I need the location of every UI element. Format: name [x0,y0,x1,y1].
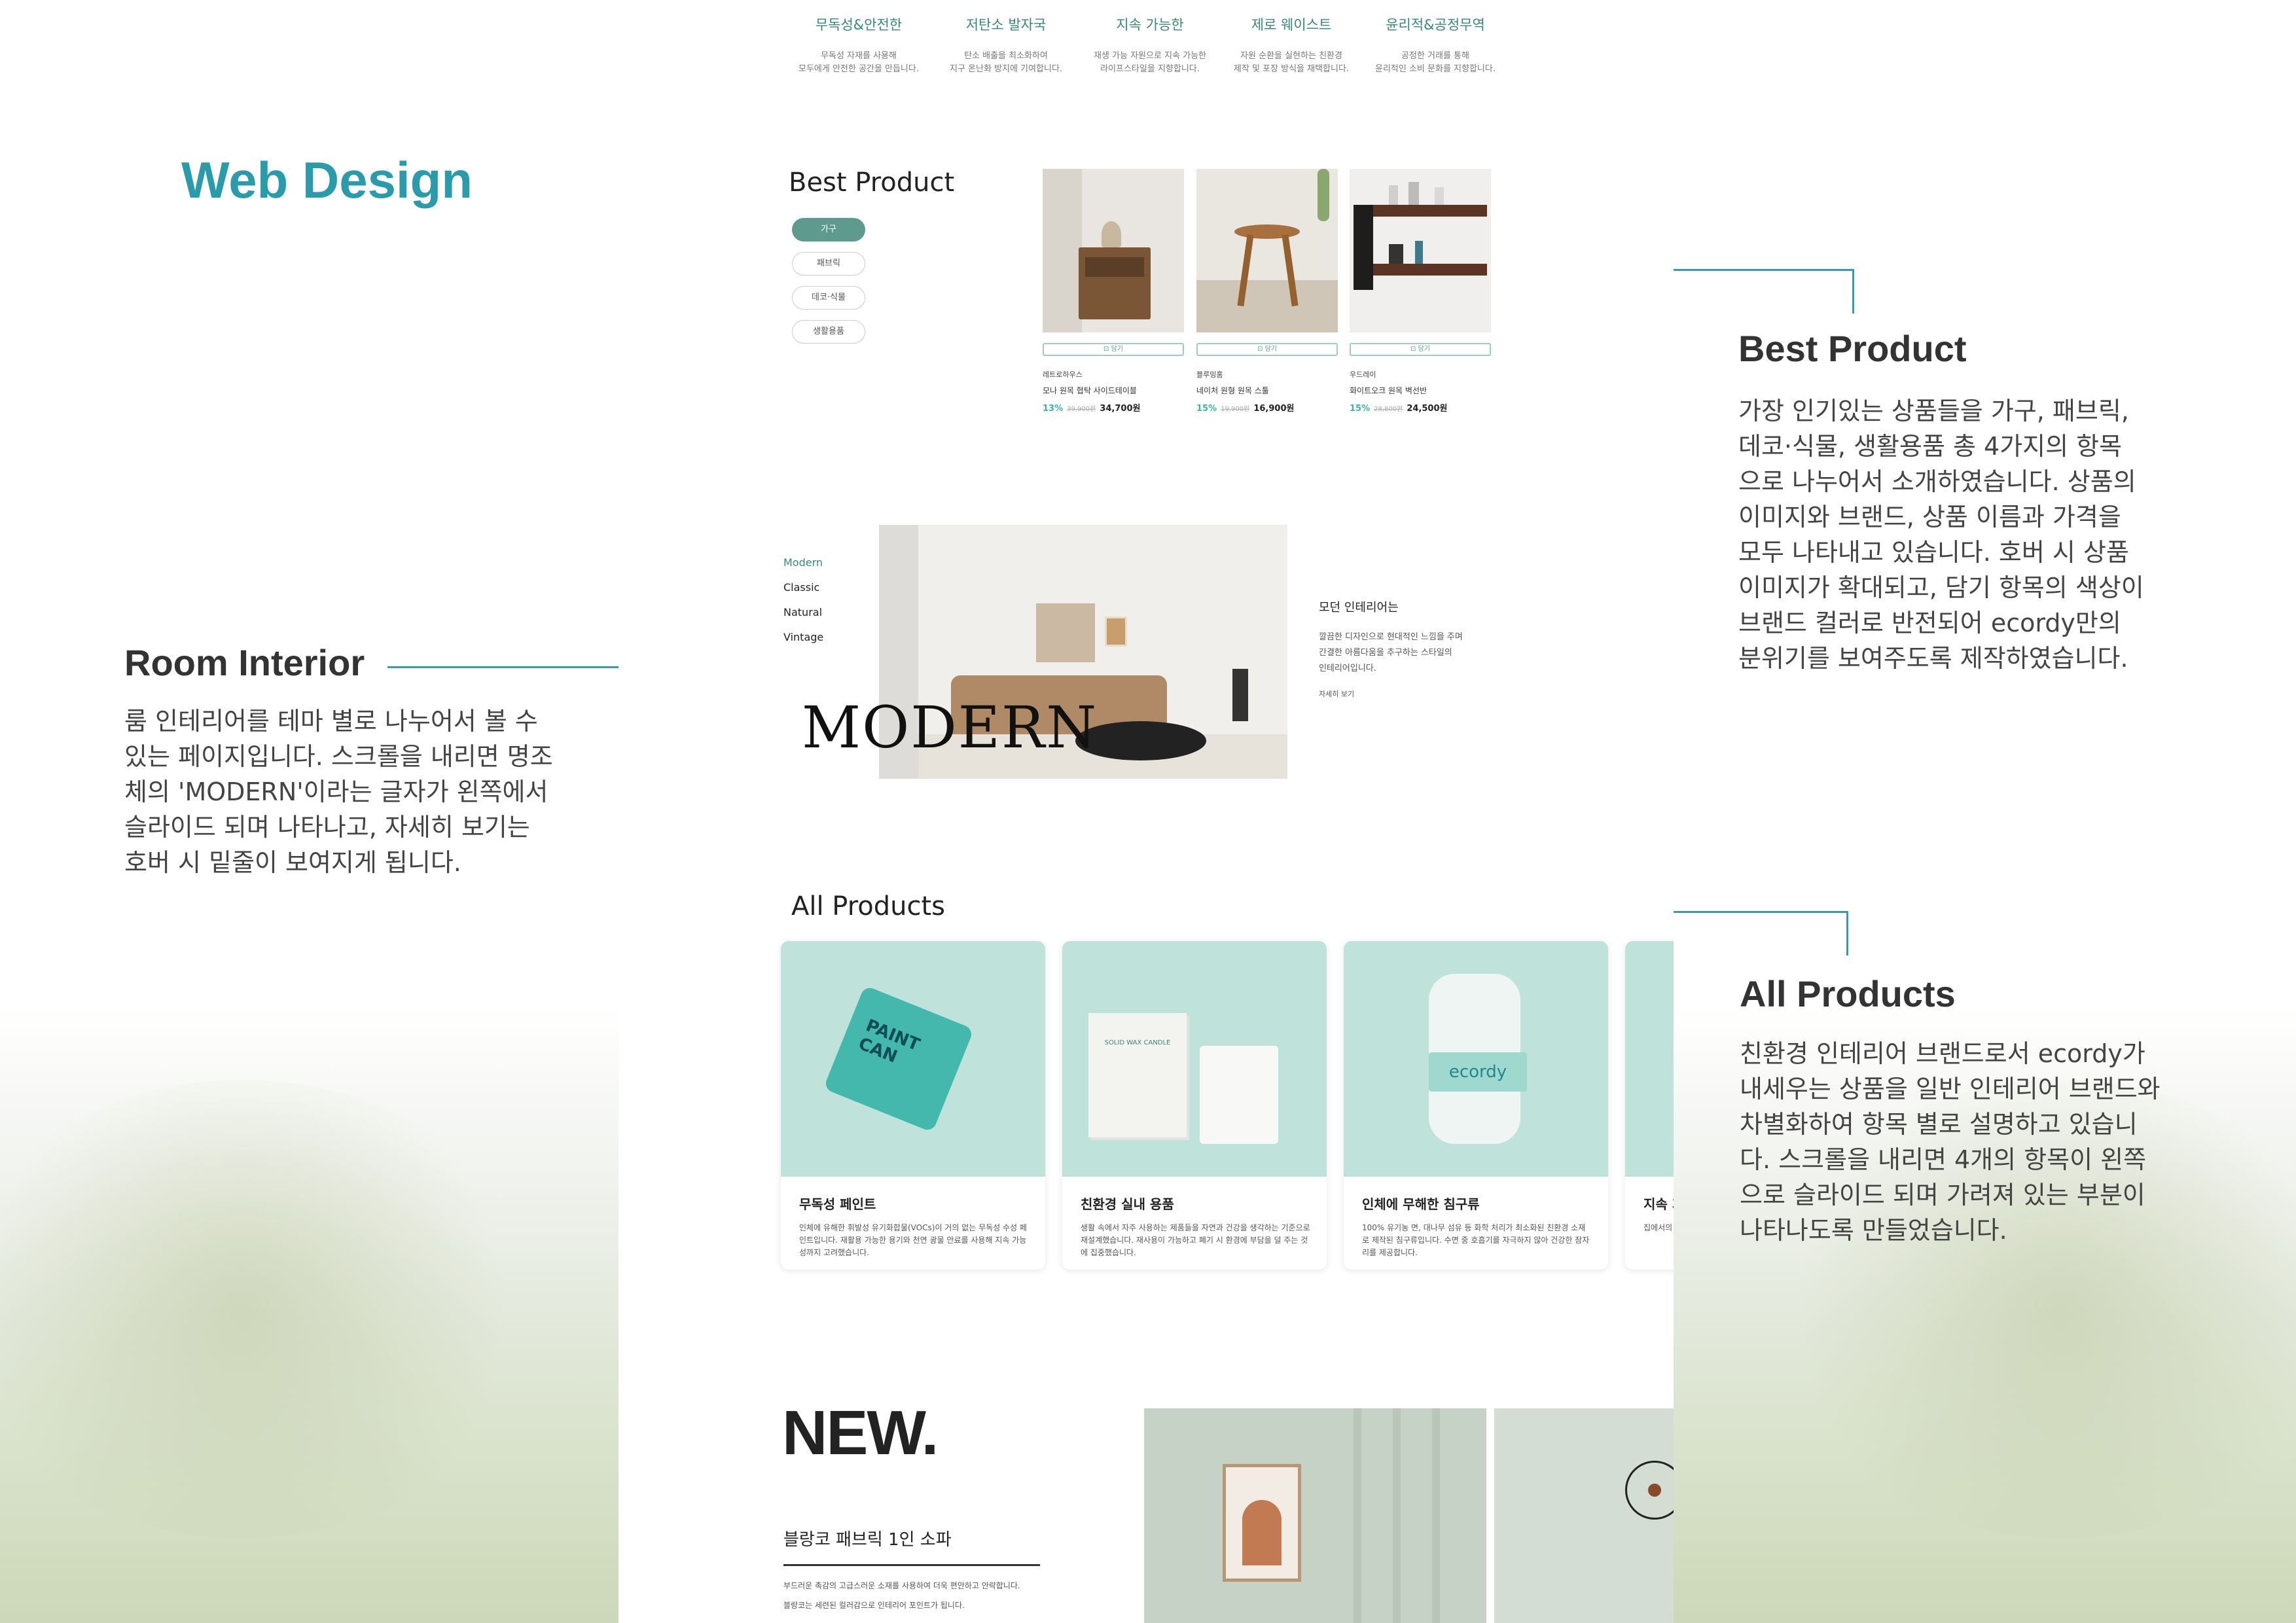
new-product-image [1144,1408,1486,1623]
product-card[interactable]: ⊡ 담기 레트로하우스 모나 원목 협탁 사이드테이블 13% 39,900원 34… [1043,169,1184,414]
annotation-title: Best Product [1738,328,1967,369]
product-category-card[interactable]: ecordy 인체에 무해한 침구류 100% 유기농 면, 대나무 섬유 등 … [1344,941,1608,1270]
value-item: 지속 가능한 재생 가능 자원으로 지속 가능한 라이프스타일을 지향합니다. [1093,17,1206,74]
product-category-image: PAINT CAN [781,941,1045,1177]
value-item: 윤리적&공정무역 공정한 거래를 통해 윤리적인 소비 문화를 지향합니다. [1375,17,1496,74]
annotation-text: 룸 인테리어를 테마 별로 나누어서 볼 수 있는 페이지입니다. 스크롤을 내… [124,707,553,877]
product-card[interactable]: ⊡ 담기 블루밍홈 네이처 원형 원목 스툴 15% 19,900원 16,900원 [1196,169,1338,414]
product-name[interactable]: 모나 원목 협탁 사이드테이블 [1043,385,1184,396]
connector-line [1846,911,1848,955]
theme-menu-classic[interactable]: Classic [783,581,819,594]
new-product-desc: 블랑코는 세련된 컬러감으로 인테리어 포인트가 됩니다. [783,1601,965,1610]
annotation-best-product: Best Product 가장 인기있는 상품들을 가구, 패브릭, 데코·식물… [1738,327,2144,676]
product-brand: 우드레이 [1350,370,1376,379]
product-image[interactable] [1196,169,1338,332]
product-price: 15% 19,900원 16,900원 [1196,404,1295,414]
annotation-title: All Products [1740,973,1956,1014]
value-item: 제로 웨이스트 자원 순환을 실현하는 친환경 제작 및 포장 방식을 채택합니다. [1233,17,1350,74]
new-product-desc: 부드러운 촉감의 고급스러운 소재를 사용하여 더욱 편안하고 안락합니다. [783,1581,1020,1590]
product-price: 15% 28,800원 24,500원 [1350,404,1448,414]
product-category-image [1625,941,1674,1177]
product-card[interactable]: ⊡ 담기 우드레이 화이트오크 원목 벽선반 15% 28,800원 24,500원 [1350,169,1491,414]
theme-menu-vintage[interactable]: Vintage [783,631,823,643]
divider [783,1564,1040,1566]
product-image[interactable] [1043,169,1184,332]
value-item: 저탄소 발자국 탄소 배출을 최소화하여 지구 온난화 방지에 기여합니다. [949,17,1062,74]
category-pill-furniture[interactable]: 가구 [792,218,865,241]
product-category-image: ecordy [1344,941,1608,1177]
cart-button[interactable]: ⊡ 담기 [1043,343,1184,356]
website-mockup: 무독성&안전한 무독성 자재를 사용해 모두에게 안전한 공간을 만듭니다. 저탄소… [619,0,1674,1623]
theme-menu-natural[interactable]: Natural [783,606,822,618]
new-section-title: NEW. [782,1398,939,1468]
annotation-text: 가장 인기있는 상품들을 가구, 패브릭, 데코·식물, 생활용품 총 4가지의… [1738,397,2144,673]
annotation-title: Room Interior [124,642,365,683]
connector-line [1852,269,1854,313]
cart-button[interactable]: ⊡ 담기 [1350,343,1491,356]
product-brand: 블루밍홈 [1196,370,1223,379]
more-link[interactable]: 자세히 보기 [1319,688,1463,699]
annotation-all-products: All Products 친환경 인테리어 브랜드로서 ecordy가 내세우는… [1740,972,2161,1248]
all-products-title: All Products [791,891,946,921]
best-product-title: Best Product [789,168,955,198]
category-pill-deco-plant[interactable]: 데코·식물 [792,286,865,310]
product-price: 13% 39,900원 34,700원 [1043,404,1141,414]
product-category-card[interactable]: 지속 가능 집에서의 사용 및 재활용 속 가능한 [1625,941,1674,1270]
theme-menu-modern[interactable]: Modern [783,556,823,569]
new-product-image [1494,1408,1674,1623]
interior-description: 모던 인테리어는 깔끔한 디자인으로 현대적인 느낌을 주며 간결한 아름다움을 … [1319,601,1463,699]
cart-button[interactable]: ⊡ 담기 [1196,343,1338,356]
category-pill-fabric[interactable]: 패브릭 [792,252,865,276]
category-pill-living[interactable]: 생활용품 [792,320,865,344]
product-category-image: SOLID WAX CANDLE [1062,941,1327,1177]
product-image[interactable] [1350,169,1491,332]
annotation-text: 친환경 인테리어 브랜드로서 ecordy가 내세우는 상품을 일반 인테리어 … [1740,1039,2161,1245]
annotation-room-interior: Room Interior 룸 인테리어를 테마 별로 나누어서 볼 수 있는 … [124,641,553,880]
product-category-card[interactable]: SOLID WAX CANDLE 친환경 실내 용품 생활 속에서 자주 사용하… [1062,941,1327,1270]
modern-overlay-text: MODERN [802,694,1098,761]
product-brand: 레트로하우스 [1043,370,1083,379]
value-item: 무독성&안전한 무독성 자재를 사용해 모두에게 안전한 공간을 만듭니다. [798,17,919,74]
new-product-name[interactable]: 블랑코 패브릭 1인 소파 [783,1526,952,1550]
product-category-card[interactable]: PAINT CAN 무독성 페인트 인체에 유해한 휘발성 유기화합물(VOCs… [781,941,1045,1270]
product-name[interactable]: 화이트오크 원목 벽선반 [1350,385,1491,396]
product-name[interactable]: 네이처 원형 원목 스툴 [1196,385,1338,396]
web-design-heading: Web Design [181,151,473,209]
